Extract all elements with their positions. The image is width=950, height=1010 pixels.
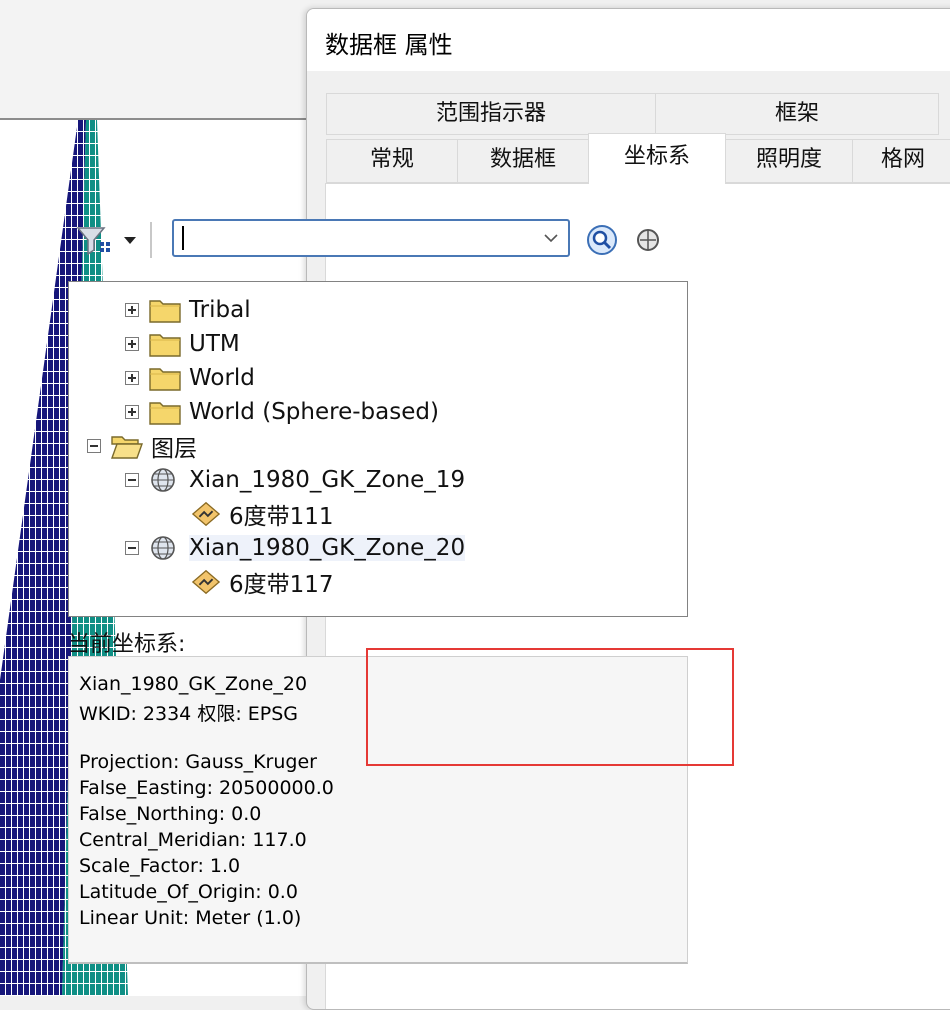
text-cursor bbox=[182, 226, 184, 250]
tree-item-label: 图层 bbox=[151, 436, 197, 462]
tab-coordinate-system[interactable]: 坐标系 bbox=[588, 133, 726, 184]
tree-item-label: 6度带111 bbox=[229, 504, 334, 530]
chevron-down-icon[interactable] bbox=[122, 232, 138, 248]
expand-icon[interactable] bbox=[125, 405, 139, 419]
tab-illumination[interactable]: 照明度 bbox=[725, 139, 853, 183]
dialog-title: 数据框 属性 bbox=[325, 31, 453, 59]
tree-item-label: 6度带117 bbox=[229, 572, 334, 598]
tree-item-label: World (Sphere-based) bbox=[189, 399, 439, 425]
collapse-icon[interactable] bbox=[125, 473, 139, 487]
search-icon[interactable] bbox=[586, 224, 618, 256]
tree-item-world-sphere[interactable]: World (Sphere-based) bbox=[125, 396, 439, 428]
current-coordinate-system-label: 当前坐标系: bbox=[68, 632, 186, 657]
filter-icon[interactable] bbox=[74, 222, 116, 258]
tab-extent-indicators[interactable]: 范围指示器 bbox=[326, 93, 656, 135]
info-line: False_Northing: 0.0 bbox=[79, 803, 262, 825]
info-line: Central_Meridian: 117.0 bbox=[79, 829, 307, 851]
coordinate-system-tree[interactable]: Tribal UTM World World (Sphere-based) 图层 bbox=[68, 281, 688, 617]
info-line: Latitude_Of_Origin: 0.0 bbox=[79, 881, 298, 903]
tab-grids[interactable]: 格网 bbox=[852, 139, 950, 183]
info-line: Projection: Gauss_Kruger bbox=[79, 751, 317, 773]
globe-icon bbox=[151, 536, 175, 560]
tree-item-zone-20[interactable]: Xian_1980_GK_Zone_20 bbox=[125, 532, 466, 564]
folder-icon bbox=[149, 368, 181, 391]
globe-tool-icon[interactable] bbox=[630, 224, 660, 256]
collapse-icon[interactable] bbox=[87, 439, 101, 453]
tree-item-utm[interactable]: UTM bbox=[125, 328, 240, 360]
tab-data-frame[interactable]: 数据框 bbox=[457, 139, 589, 183]
tree-item-label: UTM bbox=[189, 331, 240, 357]
layer-icon bbox=[191, 501, 221, 527]
info-line: Linear Unit: Meter (1.0) bbox=[79, 907, 302, 929]
tree-item-zone-111[interactable]: 6度带111 bbox=[191, 498, 334, 530]
expand-icon[interactable] bbox=[125, 303, 139, 317]
open-folder-icon bbox=[111, 436, 143, 459]
layer-icon bbox=[191, 569, 221, 595]
info-line: False_Easting: 20500000.0 bbox=[79, 777, 334, 799]
tree-item-label: Xian_1980_GK_Zone_20 bbox=[189, 535, 466, 561]
folder-icon bbox=[149, 402, 181, 425]
collapse-icon[interactable] bbox=[125, 541, 139, 555]
info-line: WKID: 2334 权限: EPSG bbox=[79, 703, 299, 725]
chevron-down-icon[interactable] bbox=[542, 229, 560, 247]
globe-icon bbox=[151, 468, 175, 492]
toolbar-separator bbox=[150, 222, 152, 258]
tree-item-label: Tribal bbox=[189, 297, 251, 323]
highlight-annotation bbox=[366, 648, 734, 766]
tree-item-world[interactable]: World bbox=[125, 362, 255, 394]
folder-icon bbox=[149, 334, 181, 357]
info-line: Scale_Factor: 1.0 bbox=[79, 855, 241, 877]
tree-item-layers[interactable]: 图层 bbox=[87, 430, 197, 462]
expand-icon[interactable] bbox=[125, 337, 139, 351]
tree-item-tribal[interactable]: Tribal bbox=[125, 294, 251, 326]
tree-item-label: Xian_1980_GK_Zone_19 bbox=[189, 467, 466, 493]
tab-frame[interactable]: 框架 bbox=[655, 93, 939, 135]
info-line: Xian_1980_GK_Zone_20 bbox=[79, 673, 308, 695]
map-toolbar bbox=[0, 0, 310, 120]
expand-icon[interactable] bbox=[125, 371, 139, 385]
title-bar[interactable]: 数据框 属性 bbox=[307, 9, 950, 71]
tab-general[interactable]: 常规 bbox=[326, 139, 458, 183]
search-combobox[interactable] bbox=[172, 219, 570, 257]
tree-item-label: World bbox=[189, 365, 255, 391]
tree-item-zone-117[interactable]: 6度带117 bbox=[191, 566, 334, 598]
tree-item-zone-19[interactable]: Xian_1980_GK_Zone_19 bbox=[125, 464, 465, 496]
folder-icon bbox=[149, 300, 181, 323]
search-input[interactable] bbox=[178, 225, 532, 253]
